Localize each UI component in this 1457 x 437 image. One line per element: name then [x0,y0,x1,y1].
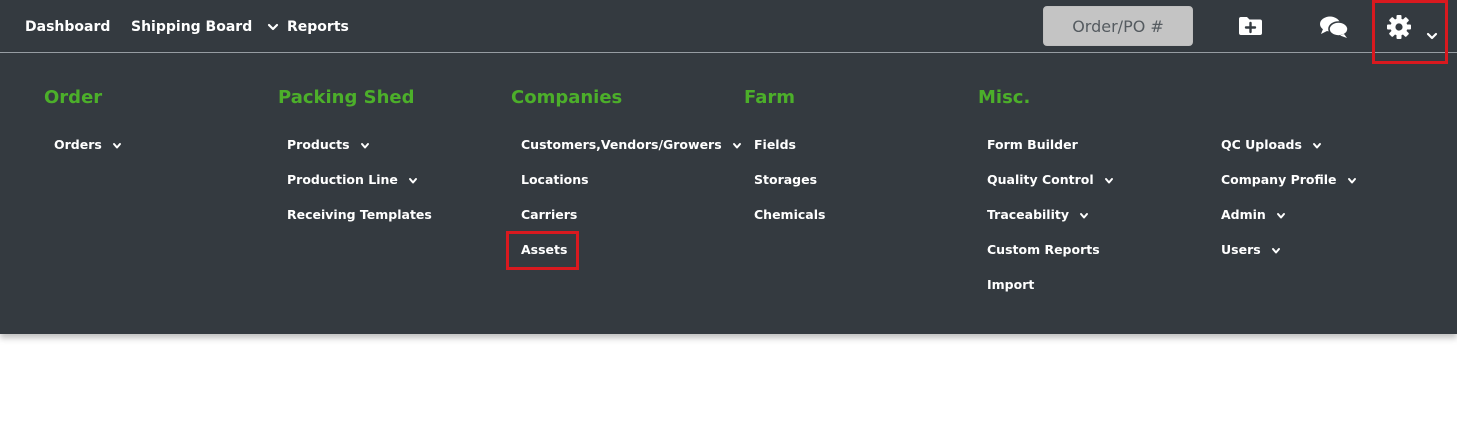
chevron-down-icon [112,141,122,151]
menu-item-quality-control[interactable]: Quality Control [987,171,1114,189]
folder-plus-icon[interactable] [1238,16,1263,40]
nav-shipping-board[interactable]: Shipping Board [131,17,279,37]
menu-item-label: Products [287,137,350,152]
menu-item-label: Admin [1221,207,1266,222]
menu-item-customers-vendors-growers[interactable]: Customers,Vendors/Growers [521,136,742,154]
menu-item-orders[interactable]: Orders [54,136,122,154]
menu-item-label: Orders [54,137,102,152]
chevron-down-icon [408,176,418,186]
chevron-down-icon [1079,211,1089,221]
menu-item-locations[interactable]: Locations [521,171,589,189]
chevron-down-icon [360,141,370,151]
menu-item-traceability[interactable]: Traceability [987,206,1089,224]
top-navbar: Dashboard Shipping Board Reports [0,0,1457,53]
menu-heading-companies: Companies [511,87,623,108]
menu-item-products[interactable]: Products [287,136,370,154]
chevron-down-icon [1276,211,1286,221]
menu-heading-packing-shed: Packing Shed [278,87,415,108]
menu-item-label: Company Profile [1221,172,1337,187]
comments-icon[interactable] [1319,15,1349,43]
menu-item-label: Traceability [987,207,1070,222]
order-po-search-input[interactable] [1043,6,1193,46]
chevron-down-icon [1104,176,1114,186]
gear-icon[interactable] [1386,14,1412,44]
menu-item-custom-reports[interactable]: Custom Reports [987,241,1100,259]
menu-item-import[interactable]: Import [987,276,1034,294]
menu-heading-farm: Farm [744,87,796,108]
menu-item-users[interactable]: Users [1221,241,1281,259]
menu-item-chemicals[interactable]: Chemicals [754,206,825,224]
menu-item-form-builder[interactable]: Form Builder [987,136,1078,154]
nav-reports[interactable]: Reports [287,17,349,37]
menu-item-fields[interactable]: Fields [754,136,796,154]
chevron-down-icon [1271,246,1281,256]
menu-item-label: Quality Control [987,172,1094,187]
chevron-down-icon [1347,176,1357,186]
menu-item-storages[interactable]: Storages [754,171,817,189]
menu-item-label: QC Uploads [1221,137,1302,152]
menu-heading-misc: Misc. [978,87,1031,108]
menu-item-admin[interactable]: Admin [1221,206,1286,224]
menu-item-assets[interactable]: Assets [521,241,567,259]
menu-item-qc-uploads[interactable]: QC Uploads [1221,136,1322,154]
nav-shipping-board-label: Shipping Board [131,19,253,35]
menu-item-production-line[interactable]: Production Line [287,171,418,189]
chevron-down-icon [732,141,742,151]
menu-heading-order: Order [44,87,103,108]
menu-item-receiving-templates[interactable]: Receiving Templates [287,206,432,224]
nav-dashboard[interactable]: Dashboard [25,17,110,37]
chevron-down-icon [1312,141,1322,151]
menu-item-company-profile[interactable]: Company Profile [1221,171,1357,189]
menu-item-carriers[interactable]: Carriers [521,206,577,224]
settings-chevron-down-icon[interactable] [1426,26,1438,45]
menu-item-label: Users [1221,242,1261,257]
menu-item-label: Customers,Vendors/Growers [521,137,722,152]
chevron-down-icon [267,21,279,33]
settings-mega-menu [0,53,1457,334]
menu-item-label: Production Line [287,172,398,187]
